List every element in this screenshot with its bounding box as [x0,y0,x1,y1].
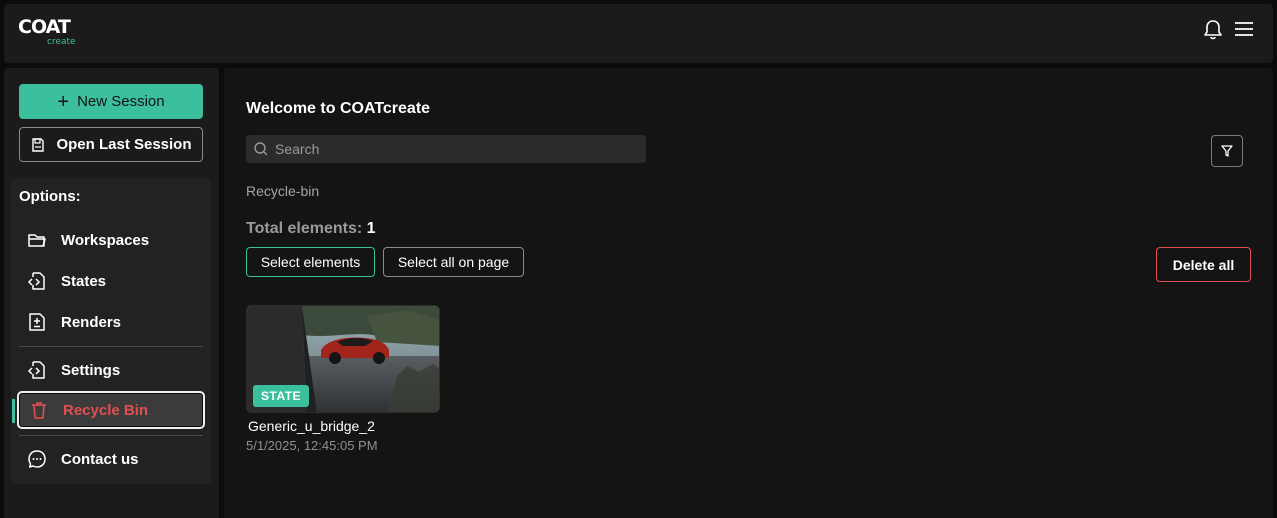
trash-icon [32,402,46,419]
logo-sub-text: create [47,37,76,47]
plus-icon: + [57,90,70,113]
sidebar-item-states[interactable]: States [17,262,205,300]
logo-main-text: COAT [18,16,71,38]
sidebar-divider [19,435,203,436]
sidebar-divider [19,346,203,347]
filter-button[interactable] [1211,135,1243,167]
new-session-label: New Session [77,93,165,110]
chat-bubble-icon [28,450,46,468]
sidebar-item-label: Renders [61,313,122,331]
total-count: 1 [366,220,376,237]
sidebar-item-label: Workspaces [61,231,150,249]
page-title: Welcome to COATcreate [246,100,431,117]
select-elements-button[interactable]: Select elements [246,247,375,277]
sidebar-item-settings[interactable]: Settings [17,351,205,389]
plus-minus-file-icon [29,313,45,331]
card-date: 5/1/2025, 12:45:05 PM [246,438,378,453]
total-elements: Total elements: 1 [246,220,376,238]
sidebar-item-contact-us[interactable]: Contact us [17,440,205,478]
breadcrumb: Recycle-bin [246,183,320,199]
state-badge: STATE [253,385,310,407]
card-title[interactable]: Generic_u_bridge_2 [248,418,375,434]
code-file-icon [27,272,45,290]
total-label: Total elements: [246,220,363,237]
sidebar-item-label: Settings [61,361,121,379]
open-last-session-label: Open Last Session [56,136,192,153]
options-title: Options: [19,188,81,205]
active-indicator [12,399,15,423]
sidebar-item-label: Contact us [61,450,139,468]
code-file-icon [27,361,45,379]
open-last-session-button[interactable]: Open Last Session [19,127,203,162]
save-file-icon [32,137,45,152]
coat-create-logo[interactable]: COAT create [18,16,88,50]
sidebar-item-label: States [61,272,107,290]
sidebar-item-label: Recycle Bin [63,401,149,419]
filter-icon [1221,145,1233,157]
delete-all-button[interactable]: Delete all [1156,247,1251,282]
new-session-button[interactable]: + New Session [19,84,203,119]
search-icon [254,142,268,156]
sidebar-item-workspaces[interactable]: Workspaces [17,221,205,259]
sidebar-item-recycle-bin[interactable]: Recycle Bin [17,391,205,429]
folder-icon [28,234,46,247]
sidebar-item-renders[interactable]: Renders [17,303,205,341]
hamburger-menu-icon[interactable] [1233,18,1255,40]
top-header: COAT create [4,4,1273,63]
search-input[interactable] [275,141,635,157]
search-bar[interactable] [246,135,646,163]
bell-icon[interactable] [1203,19,1223,41]
select-all-on-page-button[interactable]: Select all on page [383,247,524,277]
